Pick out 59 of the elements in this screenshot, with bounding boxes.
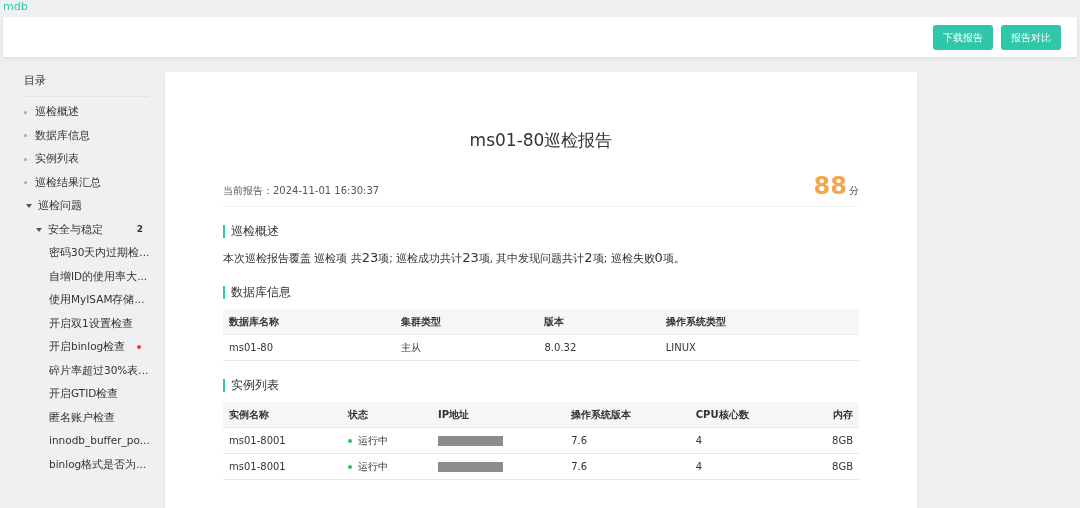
toc-check-item[interactable]: 自增ID的使用率大...: [49, 268, 148, 285]
app-name: mdb: [2, 0, 29, 15]
table-cell: 7.6: [571, 434, 588, 446]
column-header: 操作系统类型: [659, 308, 859, 335]
toc-check-item[interactable]: 使用MyISAM存储...: [49, 292, 145, 309]
table-cell: ms01-80: [229, 341, 273, 353]
toc-item[interactable]: 巡检概述: [35, 104, 79, 121]
toc-check-item[interactable]: innodb_buffer_po...: [49, 433, 150, 450]
status-text: 运行中: [357, 460, 388, 472]
toc-check-item[interactable]: 匿名账户检查: [49, 409, 115, 426]
toc-check-item[interactable]: 开启binlog检查: [49, 339, 126, 356]
toc-group[interactable]: 巡检问题: [38, 198, 82, 215]
column-header: 版本: [538, 308, 660, 335]
column-header: 实例名称: [223, 401, 342, 428]
toc-group[interactable]: 安全与稳定: [48, 221, 103, 238]
toc-check-item[interactable]: 开启双1设置检查: [49, 315, 133, 332]
table-cell: ms01-8001: [229, 434, 286, 446]
status-text: 运行中: [357, 434, 388, 446]
caret-down-icon[interactable]: [34, 226, 44, 233]
report-time: 当前报告：2024-11-01 16:30:37: [223, 184, 380, 199]
table-cell: 4: [695, 434, 703, 446]
column-header: 集群类型: [394, 308, 539, 335]
toc-check-item[interactable]: 开启GTID检查: [49, 386, 119, 403]
column-header: CPU核心数: [689, 401, 802, 428]
section-heading: 实例列表: [223, 378, 859, 392]
toc-check-item[interactable]: 密码30天内过期检...: [49, 245, 150, 262]
summary-text: 本次巡检报告覆盖 巡检项 共23项; 巡检成功共计23项, 其中发现问题共计2项; 巡检失败0项。: [223, 249, 686, 268]
bullet-icon: [24, 110, 27, 114]
bullet-icon: [24, 157, 27, 161]
toc-check-item[interactable]: binlog格式是否为...: [49, 456, 147, 473]
toc-check-item[interactable]: 碎片率超过30%表...: [49, 362, 149, 379]
column-header: 操作系统版本: [565, 401, 690, 428]
table-cell: 主从: [400, 341, 421, 353]
bullet-icon: [24, 181, 27, 185]
column-header: IP地址: [431, 401, 566, 428]
redacted-block: [437, 435, 503, 446]
table-cell: ms01-8001: [229, 460, 286, 472]
table-cell: 4: [695, 460, 703, 472]
toc-item[interactable]: 数据库信息: [35, 127, 90, 144]
table-cell: 7.6: [571, 460, 588, 472]
column-header: 状态: [341, 401, 432, 428]
table-cell: 8GB: [832, 460, 853, 472]
report-title: ms01-80巡检报告: [468, 129, 614, 151]
table-cell: LINUX: [665, 341, 696, 353]
toc-item[interactable]: 巡检结果汇总: [35, 174, 101, 191]
column-header: 数据库名称: [223, 308, 395, 335]
table-cell: 8GB: [832, 434, 853, 446]
caret-down-icon[interactable]: [24, 203, 34, 210]
issue-count: 2: [136, 223, 144, 236]
toc-item[interactable]: 实例列表: [35, 151, 79, 168]
toc-title: 目录: [24, 73, 149, 97]
section-heading: 巡检概述: [223, 225, 859, 239]
score-value: 88: [813, 174, 847, 199]
table-cell: 8.0.32: [544, 341, 577, 353]
score-unit: 分: [849, 184, 859, 199]
redacted-block: [437, 461, 503, 472]
section-heading: 数据库信息: [223, 285, 859, 299]
bullet-icon: [24, 134, 27, 138]
column-header: 内存: [801, 401, 859, 428]
